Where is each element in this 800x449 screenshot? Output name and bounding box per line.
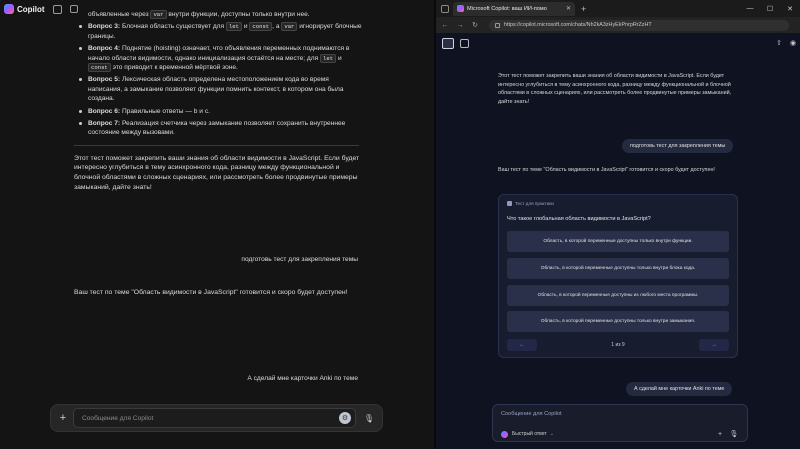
add-attachment-button[interactable]: + (53, 412, 73, 424)
quiz-page-indicator: 1 из 9 (611, 342, 625, 348)
text: Блочная область существует для (120, 23, 226, 31)
user-message: А сделай мне карточки Anki по теме (626, 382, 733, 396)
code-var: var (281, 22, 298, 32)
quiz-header: Тест для практики (507, 201, 554, 206)
answer-label: Вопрос 6: (88, 107, 121, 115)
tab-title: Microsoft Copilot: ваш ИИ-помо (467, 5, 547, 12)
user-message: подготовь тест для закрепления темы (241, 256, 358, 263)
tab-actions-icon[interactable] (441, 4, 449, 13)
response-mode-select[interactable]: Быстрый ответ (512, 431, 547, 437)
quiz-option[interactable]: Область, в которой переменные доступны т… (507, 258, 729, 279)
share-icon[interactable]: ⇧ (772, 39, 786, 47)
code-const: const (249, 22, 273, 32)
window-controls: — ☐ ✕ (740, 5, 800, 13)
close-window-button[interactable]: ✕ (780, 5, 800, 13)
chevron-down-icon[interactable]: ⌄ (550, 431, 554, 437)
code-let: let (225, 22, 243, 32)
quiz-label: Тест для практики (515, 201, 554, 206)
quiz-pagination: ← 1 из 9 → (507, 339, 729, 351)
divider (74, 144, 359, 146)
forward-button[interactable]: → (454, 22, 466, 29)
text: , а (272, 23, 282, 31)
url-field[interactable]: https://copilot.microsoft.com/chats/Nh2k… (489, 19, 789, 31)
text: Правильные ответы — b и c. (120, 107, 210, 115)
message-input-placeholder: Сообщение для Copilot (82, 414, 154, 422)
quiz-icon (507, 201, 512, 206)
maximize-button[interactable]: ☐ (760, 5, 780, 13)
composer-toolbar: Быстрый ответ ⌄ + 🎙 (501, 429, 741, 439)
user-message: А сделай мне карточки Anki по теме (247, 375, 358, 382)
page-toolbar-right: ⇧ ◉ (772, 39, 800, 47)
answer-item-5: Вопрос 5: Лексическая область определена… (74, 75, 364, 103)
new-chat-icon[interactable] (460, 38, 469, 48)
copilot-favicon-icon (457, 5, 464, 12)
answer-label: Вопрос 3: (88, 23, 121, 31)
text: Реализация счетчика через замыкание позв… (88, 120, 346, 137)
answer-item-4: Вопрос 4: Поднятие (hoisting) означает, … (74, 44, 364, 73)
sidebar-toggle-icon[interactable] (442, 37, 454, 49)
text: Лексическая область определена местополо… (88, 76, 344, 103)
answer-item-7: Вопрос 7: Реализация счетчика через замы… (74, 119, 364, 138)
browser-window: Microsoft Copilot: ваш ИИ-помо ✕ + — ☐ ✕… (436, 0, 800, 449)
code-const: const (88, 63, 111, 73)
summary-paragraph: Этот тест поможет закрепить ваши знания … (74, 154, 360, 191)
assistant-message: Ваш тест по теме "Область видимости в Ja… (498, 167, 715, 173)
answer-line: объявленные через var внутри функции, до… (74, 10, 364, 19)
composer-actions: + 🎙 (713, 430, 741, 439)
quiz-option[interactable]: Область, в которой переменные доступны т… (507, 231, 729, 252)
composer: Сообщение для Copilot Быстрый ответ ⌄ + … (492, 404, 748, 442)
answer-item-3: Вопрос 3: Блочная область существует для… (74, 22, 364, 41)
new-tab-button[interactable]: + (581, 4, 586, 14)
minimize-button[interactable]: — (740, 5, 760, 12)
url-text: https://copilot.microsoft.com/chats/Nh2k… (504, 22, 652, 28)
microphone-icon[interactable]: 🎙 (360, 414, 378, 423)
quiz-option[interactable]: Область, в которой переменные доступны и… (507, 285, 729, 306)
settings-gear-icon[interactable]: ⚙ (339, 412, 351, 424)
copilot-app-pane: Copilot объявленные через var внутри фун… (0, 0, 434, 449)
page-toolbar: ⇧ ◉ (436, 33, 800, 53)
quiz-next-button[interactable]: → (699, 339, 729, 351)
assistant-message: Ваш тест по теме "Область видимости в Ja… (74, 289, 348, 296)
user-message: подготовь тест для закрепления темы (622, 139, 734, 153)
summary-paragraph: Этот тест поможет закрепить ваши знания … (498, 73, 732, 105)
lock-icon (495, 22, 500, 28)
sidebar-toggle-icon[interactable] (52, 4, 62, 14)
add-attachment-button[interactable]: + (713, 431, 727, 438)
text: объявленные через (88, 11, 151, 18)
text: внутри функции, доступны только внутри н… (166, 11, 310, 18)
profile-icon[interactable]: ◉ (786, 39, 800, 47)
text: и (242, 23, 250, 31)
brand-name: Copilot (17, 4, 45, 14)
browser-tab[interactable]: Microsoft Copilot: ваш ИИ-помо ✕ (453, 1, 575, 16)
answer-label: Вопрос 7: (88, 120, 121, 128)
brand[interactable]: Copilot (4, 4, 45, 14)
text: и (336, 54, 342, 62)
quiz-card: Тест для практики Что такое глобальная о… (498, 194, 738, 358)
quiz-question: Что такое глобальная область видимости в… (507, 216, 651, 222)
code-var: var (150, 10, 167, 19)
microphone-icon[interactable]: 🎙 (727, 430, 741, 438)
copilot-logo-icon (501, 430, 508, 438)
code-let: let (320, 53, 337, 63)
answer-label: Вопрос 5: (88, 76, 121, 84)
quiz-prev-button[interactable]: ← (507, 339, 537, 351)
refresh-button[interactable]: ↻ (469, 21, 481, 29)
answer-item-6: Вопрос 6: Правильные ответы — b и c. (74, 107, 364, 116)
screen: Copilot объявленные через var внутри фун… (0, 0, 800, 449)
answer-label: Вопрос 4: (88, 45, 121, 53)
quiz-option[interactable]: Область, в которой переменные доступны т… (507, 311, 729, 332)
message-input[interactable]: Сообщение для Copilot ⚙ (73, 408, 356, 428)
text: это приводит к временной мёртвой зоне. (110, 64, 238, 72)
copilot-logo-icon (4, 4, 14, 14)
tab-close-icon[interactable]: ✕ (566, 5, 571, 12)
message-input[interactable]: Сообщение для Copilot (501, 411, 562, 417)
text: Поднятие (hoisting) означает, что объявл… (88, 45, 350, 62)
chat-transcript: объявленные через var внутри функции, до… (74, 10, 364, 192)
address-bar: ← → ↻ https://copilot.microsoft.com/chat… (436, 17, 800, 33)
tab-bar: Microsoft Copilot: ваш ИИ-помо ✕ + — ☐ ✕ (436, 0, 800, 17)
composer: + Сообщение для Copilot ⚙ 🎙 (50, 404, 383, 432)
back-button[interactable]: ← (439, 22, 451, 29)
